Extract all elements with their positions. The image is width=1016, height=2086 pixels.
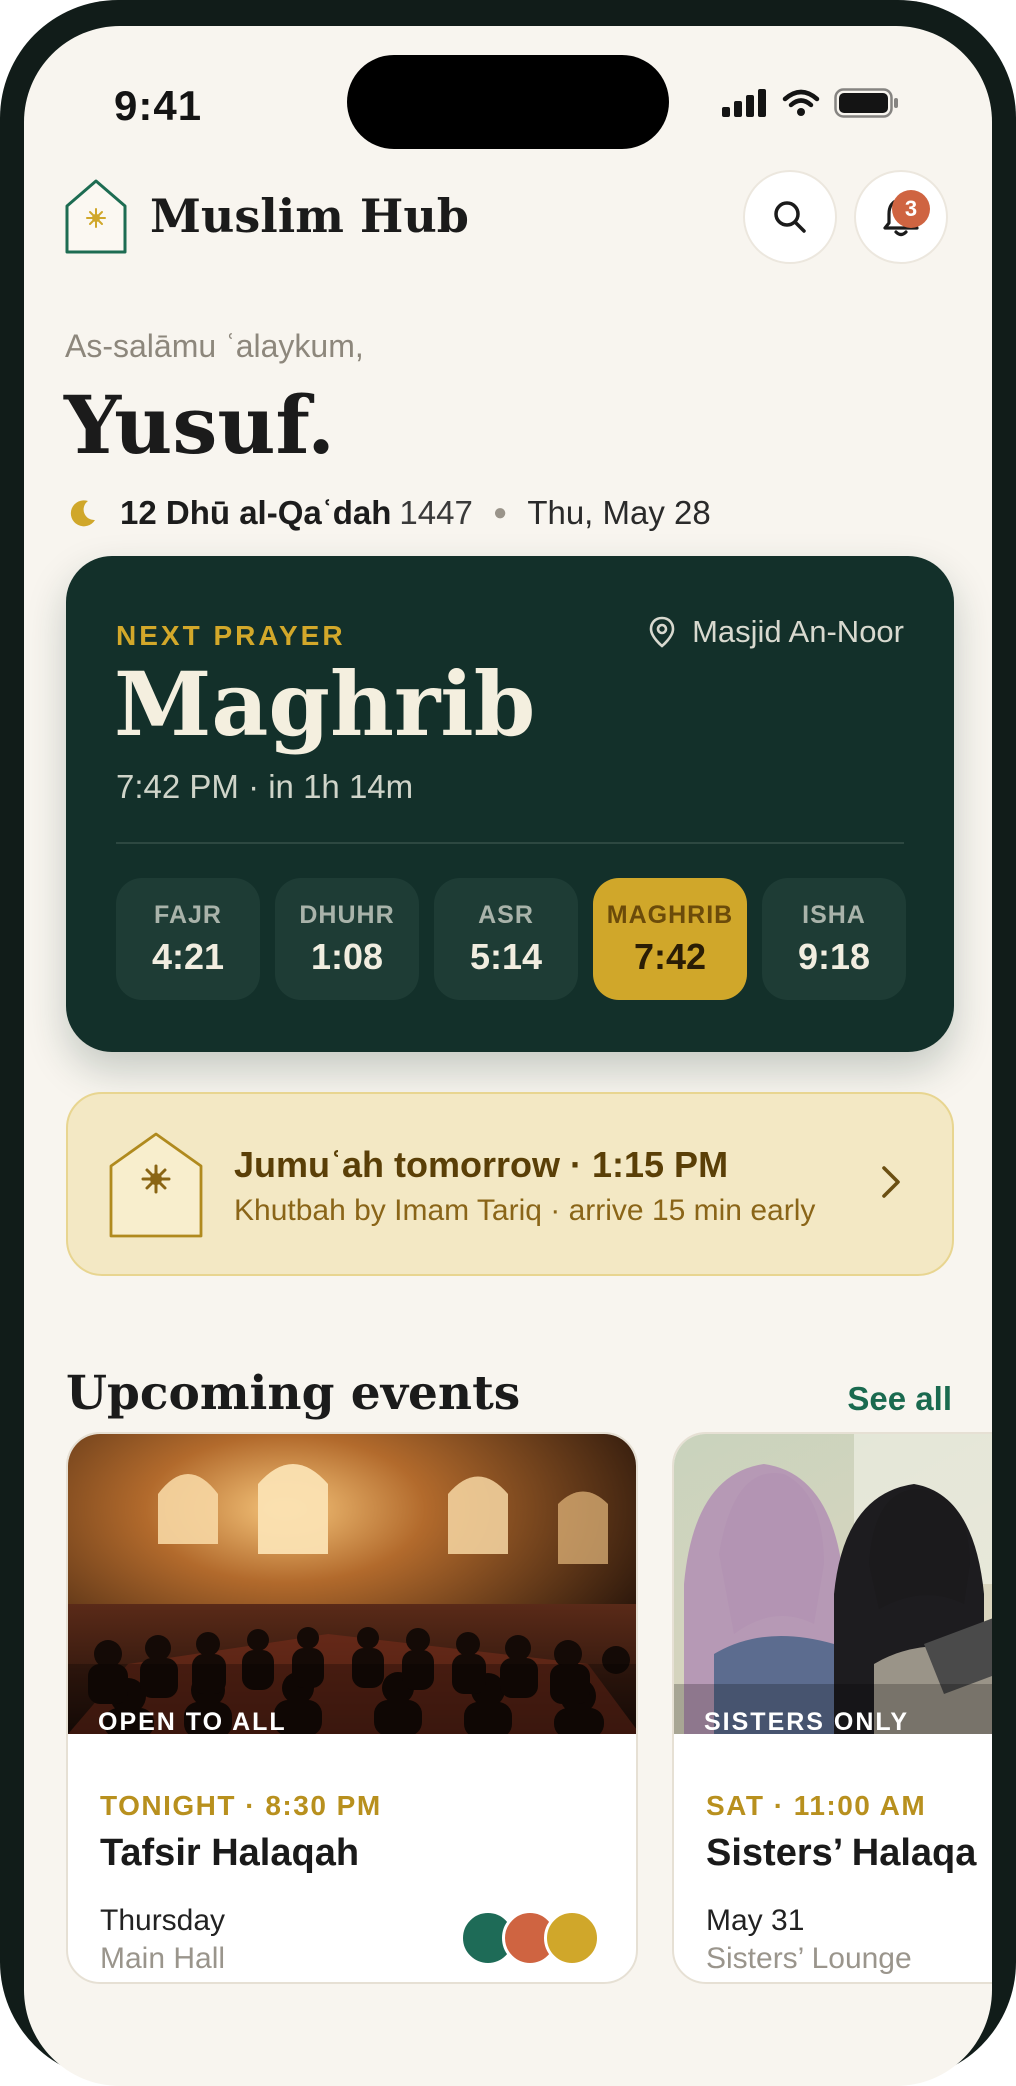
attendee-avatars [460,1910,600,1966]
prayer-time: 4:21 [151,935,225,977]
prayer-label: FAJR [154,900,222,929]
app-screen: 9:41 Muslim Hub 3 As-salāmu ʿalaykum, Yu… [24,26,992,2086]
prayer-time: 5:14 [469,935,543,977]
crescent-moon-icon [70,500,95,527]
event-title: Tafsir Halaqah [100,1832,360,1874]
prayer-pill-isha[interactable]: ISHA 9:18 [762,878,906,1000]
prayer-pill-dhuhr[interactable]: DHUHR 1:08 [275,878,419,1000]
next-prayer-name: Maghrib [114,652,536,756]
app-title: Muslim Hub [150,189,469,243]
phone-frame: 9:41 Muslim Hub 3 As-salāmu ʿalaykum, Yu… [0,0,1016,2086]
prayer-pill-maghrib[interactable]: MAGHRIB 7:42 [593,878,747,1000]
mosque-interior-illustration [68,1434,636,1734]
notification-badge: 3 [892,190,930,228]
prayer-time: 7:42 [633,935,707,977]
event-card[interactable]: OPEN TO ALL TONIGHT · 8:30 PM Tafsir Hal… [66,1432,638,1984]
notifications-button[interactable]: 3 [854,170,948,264]
events-section-title: Upcoming events [66,1366,521,1421]
next-prayer-label: NEXT PRAYER [116,620,346,651]
prayer-times-row: FAJR 4:21 DHUHR 1:08 ASR 5:14 MAGHRIB 7:… [116,878,906,1000]
status-time: 9:41 [114,82,203,129]
prayer-time: 9:18 [797,935,871,977]
cellular-signal-icon [722,89,766,117]
greeting-salutation: As-salāmu ʿalaykum, [65,328,364,364]
status-icons [722,88,900,118]
jumuah-subtitle: Khutbah by Imam Tariq · arrive 15 min ea… [234,1194,816,1227]
prayer-time: 1:08 [310,935,384,977]
mosque-logo-icon [65,179,127,254]
event-audience-tag: SISTERS ONLY [704,1708,910,1734]
divider [116,842,904,844]
event-audience-tag: OPEN TO ALL [98,1708,287,1734]
battery-icon [834,88,898,118]
prayer-label: MAGHRIB [606,900,734,929]
search-icon [774,201,806,233]
prayer-label: ISHA [802,900,866,929]
mosque-icon [109,1132,203,1238]
event-day: May 31 [706,1904,805,1937]
prayer-label: ASR [478,900,534,929]
event-time: TONIGHT · 8:30 PM [100,1790,382,1821]
next-prayer-card[interactable]: NEXT PRAYER Masjid An-Noor Maghrib 7:42 … [66,556,954,1052]
sisters-study-illustration [674,1434,992,1734]
avatar [544,1910,600,1966]
event-place: Sisters’ Lounge [706,1942,912,1975]
see-all-link[interactable]: See all [847,1380,952,1418]
next-prayer-time: 7:42 PM · in 1h 14m [116,768,414,805]
event-day: Thursday [100,1904,226,1937]
event-time: SAT · 11:00 AM [706,1790,927,1821]
prayer-pill-asr[interactable]: ASR 5:14 [434,878,578,1000]
prayer-label: DHUHR [299,900,395,929]
event-image-mosque-gathering: OPEN TO ALL [68,1434,636,1734]
dynamic-island [347,55,669,149]
chevron-right-icon [882,1166,900,1198]
event-title: Sisters’ Halaqa [706,1832,977,1874]
date-row: 12 Dhū al-Qaʿdah 1447 ● Thu, May 28 [68,494,711,532]
prayer-pill-fajr[interactable]: FAJR 4:21 [116,878,260,1000]
wifi-icon [782,89,820,116]
separator-dot: ● [492,499,508,526]
event-card[interactable]: SISTERS ONLY SAT · 11:00 AM Sisters’ Hal… [672,1432,992,1984]
mosque-location[interactable]: Masjid An-Noor [648,614,904,650]
mosque-location-label: Masjid An-Noor [692,614,904,649]
jumuah-title: Jumuʿah tomorrow · 1:15 PM [234,1144,729,1185]
event-image-sisters-study: SISTERS ONLY [674,1434,992,1734]
search-button[interactable] [743,170,837,264]
event-place: Main Hall [100,1942,226,1975]
hijri-year: 1447 [399,494,473,531]
gregorian-date: Thu, May 28 [527,494,711,531]
location-pin-icon [649,616,675,648]
jumuah-reminder-card[interactable]: Jumuʿah tomorrow · 1:15 PM Khutbah by Im… [66,1092,954,1276]
app-header: Muslim Hub [64,178,469,254]
user-name: Yusuf. [64,378,335,472]
hijri-date: 12 Dhū al-Qaʿdah [120,494,392,531]
